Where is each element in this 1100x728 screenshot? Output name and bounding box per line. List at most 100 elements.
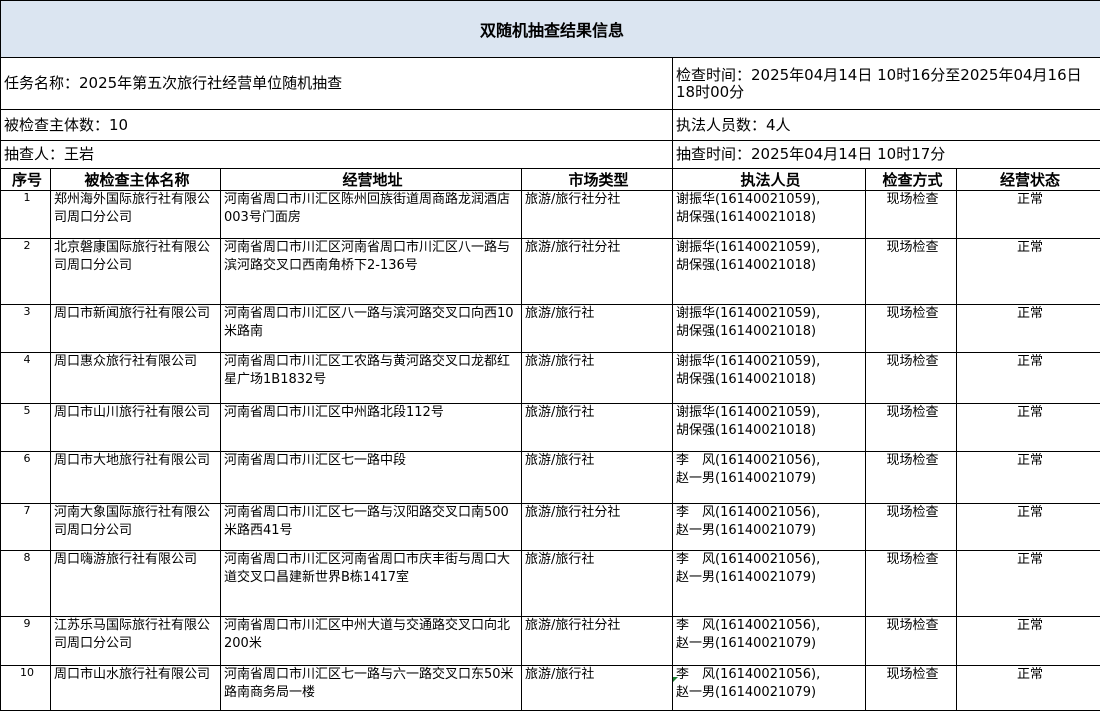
officer-line: 李 风(16140021056), (676, 552, 821, 567)
officer-line: 谢振华(16140021059), (676, 354, 821, 369)
cell-subject-name[interactable]: 郑州海外国际旅行社有限公司周口分公司 (50, 190, 221, 239)
cell-seq[interactable]: 2 (0, 238, 51, 305)
cell-officers[interactable]: 李 风(16140021056), 赵一男(16140021079) (672, 550, 866, 617)
cell-market-type[interactable]: 旅游/旅行社分社 (521, 616, 673, 666)
cell-inspection-method[interactable]: 现场检查 (865, 403, 957, 452)
cell-market-type[interactable]: 旅游/旅行社分社 (521, 190, 673, 239)
cell-seq[interactable]: 4 (0, 352, 51, 404)
cell-officers[interactable]: 李 风(16140021056), 赵一男(16140021079) (672, 451, 866, 504)
cell-seq[interactable]: 6 (0, 451, 51, 504)
cell-seq[interactable]: 1 (0, 190, 51, 239)
cell-officers[interactable]: 谢振华(16140021059), 胡保强(16140021018) (672, 238, 866, 305)
task-name-cell[interactable]: 任务名称：2025年第五次旅行社经营单位随机抽查 (0, 57, 673, 110)
cell-business-status[interactable]: 正常 (955, 616, 1100, 666)
cell-market-type[interactable]: 旅游/旅行社 (521, 665, 673, 711)
cell-address[interactable]: 河南省周口市川汇区八一路与滨河路交叉口向西10米路南 (220, 304, 522, 353)
cell-officers[interactable]: 李 风(16140021056), 赵一男(16140021079) (672, 665, 866, 711)
table-row: 9 江苏乐马国际旅行社有限公司周口分公司 河南省周口市川汇区中州大道与交通路交叉口向… (0, 616, 1100, 666)
cell-market-type[interactable]: 旅游/旅行社 (521, 550, 673, 617)
cell-business-status[interactable]: 正常 (955, 665, 1100, 711)
table-row: 5 周口市山川旅行社有限公司 河南省周口市川汇区中州路北段112号 旅游/旅行社 谢振华… (0, 403, 1100, 452)
cell-subject-name[interactable]: 周口惠众旅行社有限公司 (50, 352, 221, 404)
cell-inspection-method[interactable]: 现场检查 (865, 665, 957, 711)
cell-business-status[interactable]: 正常 (955, 550, 1100, 617)
cell-officers[interactable]: 谢振华(16140021059), 胡保强(16140021018) (672, 352, 866, 404)
officer-line: 李 风(16140021056), (676, 667, 821, 682)
cell-market-type[interactable]: 旅游/旅行社分社 (521, 503, 673, 551)
cell-inspection-method[interactable]: 现场检查 (865, 616, 957, 666)
cell-market-type[interactable]: 旅游/旅行社 (521, 304, 673, 353)
cell-inspection-method[interactable]: 现场检查 (865, 503, 957, 551)
cell-address[interactable]: 河南省周口市川汇区工农路与黄河路交叉口龙都红星广场1B1832号 (220, 352, 522, 404)
header-business-status[interactable]: 经营状态 (955, 168, 1100, 191)
cell-inspection-method[interactable]: 现场检查 (865, 550, 957, 617)
header-market-type[interactable]: 市场类型 (521, 168, 673, 191)
inspection-time-cell[interactable]: 检查时间：2025年04月14日 10时16分至2025年04月16日 18时0… (671, 57, 1100, 110)
header-inspection-method[interactable]: 检查方式 (865, 168, 957, 191)
cell-officers[interactable]: 谢振华(16140021059), 胡保强(16140021018) (672, 403, 866, 452)
cell-inspection-method[interactable]: 现场检查 (865, 238, 957, 305)
cell-address[interactable]: 河南省周口市川汇区七一路与汉阳路交叉口南500米路西41号 (220, 503, 522, 551)
cell-business-status[interactable]: 正常 (955, 190, 1100, 239)
cell-subject-name[interactable]: 江苏乐马国际旅行社有限公司周口分公司 (50, 616, 221, 666)
cell-address[interactable]: 河南省周口市川汇区七一路与六一路交叉口东50米路南商务局一楼 (220, 665, 522, 711)
cell-business-status[interactable]: 正常 (955, 238, 1100, 305)
cell-officers[interactable]: 谢振华(16140021059), 胡保强(16140021018) (672, 190, 866, 239)
cell-market-type[interactable]: 旅游/旅行社 (521, 451, 673, 504)
cell-inspection-method[interactable]: 现场检查 (865, 451, 957, 504)
cell-business-status[interactable]: 正常 (955, 503, 1100, 551)
cell-business-status[interactable]: 正常 (955, 451, 1100, 504)
officer-count-cell[interactable]: 执法人员数：4人 (671, 109, 1100, 141)
sampling-time-cell[interactable]: 抽查时间：2025年04月14日 10时17分 (671, 140, 1100, 169)
header-address[interactable]: 经营地址 (220, 168, 522, 191)
officer-line: 胡保强(16140021018) (676, 423, 817, 438)
cell-address[interactable]: 河南省周口市川汇区七一路中段 (220, 451, 522, 504)
cell-address[interactable]: 河南省周口市川汇区河南省周口市川汇区八一路与滨河路交叉口西南角桥下2-136号 (220, 238, 522, 305)
cell-officers[interactable]: 谢振华(16140021059), 胡保强(16140021018) (672, 304, 866, 353)
cell-business-status[interactable]: 正常 (955, 352, 1100, 404)
table-row: 6 周口市大地旅行社有限公司 河南省周口市川汇区七一路中段 旅游/旅行社李 风(161… (0, 451, 1100, 504)
cell-subject-name[interactable]: 周口市大地旅行社有限公司 (50, 451, 221, 504)
cell-seq[interactable]: 3 (0, 304, 51, 353)
cell-subject-name[interactable]: 河南大象国际旅行社有限公司周口分公司 (50, 503, 221, 551)
cell-market-type[interactable]: 旅游/旅行社 (521, 403, 673, 452)
cell-address[interactable]: 河南省周口市川汇区陈州回族街道周商路龙润酒店003号门面房 (220, 190, 522, 239)
cell-seq[interactable]: 9 (0, 616, 51, 666)
officer-line: 李 风(16140021056), (676, 453, 821, 468)
header-subject-name[interactable]: 被检查主体名称 (50, 168, 221, 191)
cell-inspection-method[interactable]: 现场检查 (865, 304, 957, 353)
sampler-cell[interactable]: 抽查人：王岩 (0, 140, 673, 169)
cell-inspection-method[interactable]: 现场检查 (865, 352, 957, 404)
cell-officers[interactable]: 李 风(16140021056), 赵一男(16140021079) (672, 503, 866, 551)
cell-officers[interactable]: 李 风(16140021056), 赵一男(16140021079) (672, 616, 866, 666)
table-row: 3 周口市新闻旅行社有限公司 河南省周口市川汇区八一路与滨河路交叉口向西10米路南旅… (0, 304, 1100, 353)
cell-seq[interactable]: 7 (0, 503, 51, 551)
cell-market-type[interactable]: 旅游/旅行社 (521, 352, 673, 404)
cell-subject-name[interactable]: 北京磐康国际旅行社有限公司周口分公司 (50, 238, 221, 305)
column-header-row: 序号 被检查主体名称 经营地址 市场类型 执法人员 检查方式 经营状态 (0, 168, 1100, 191)
cell-inspection-method[interactable]: 现场检查 (865, 190, 957, 239)
cell-address[interactable]: 河南省周口市川汇区中州大道与交通路交叉口向北200米 (220, 616, 522, 666)
subject-count-cell[interactable]: 被检查主体数：10 (0, 109, 673, 141)
cell-subject-name[interactable]: 周口嗨游旅行社有限公司 (50, 550, 221, 617)
table-row: 10 周口市山水旅行社有限公司 河南省周口市川汇区七一路与六一路交叉口东50米路南商… (0, 665, 1100, 711)
inspection-results-table: 双随机抽查结果信息 任务名称：2025年第五次旅行社经营单位随机抽查 检查时间：… (0, 0, 1100, 711)
officer-line: 胡保强(16140021018) (676, 324, 817, 339)
header-officers[interactable]: 执法人员 (672, 168, 866, 191)
officer-line: 赵一男(16140021079) (676, 685, 817, 700)
cell-comment-marker (673, 677, 678, 682)
cell-business-status[interactable]: 正常 (955, 403, 1100, 452)
header-seq[interactable]: 序号 (0, 168, 51, 191)
cell-subject-name[interactable]: 周口市山川旅行社有限公司 (50, 403, 221, 452)
cell-business-status[interactable]: 正常 (955, 304, 1100, 353)
cell-market-type[interactable]: 旅游/旅行社分社 (521, 238, 673, 305)
cell-seq[interactable]: 5 (0, 403, 51, 452)
officer-line: 谢振华(16140021059), (676, 405, 821, 420)
cell-seq[interactable]: 8 (0, 550, 51, 617)
cell-subject-name[interactable]: 周口市山水旅行社有限公司 (50, 665, 221, 711)
cell-seq[interactable]: 10 (0, 665, 51, 711)
cell-address[interactable]: 河南省周口市川汇区中州路北段112号 (220, 403, 522, 452)
cell-address[interactable]: 河南省周口市川汇区河南省周口市庆丰街与周口大道交叉口昌建新世界B栋1417室 (220, 550, 522, 617)
officer-line: 赵一男(16140021079) (676, 570, 817, 585)
cell-subject-name[interactable]: 周口市新闻旅行社有限公司 (50, 304, 221, 353)
